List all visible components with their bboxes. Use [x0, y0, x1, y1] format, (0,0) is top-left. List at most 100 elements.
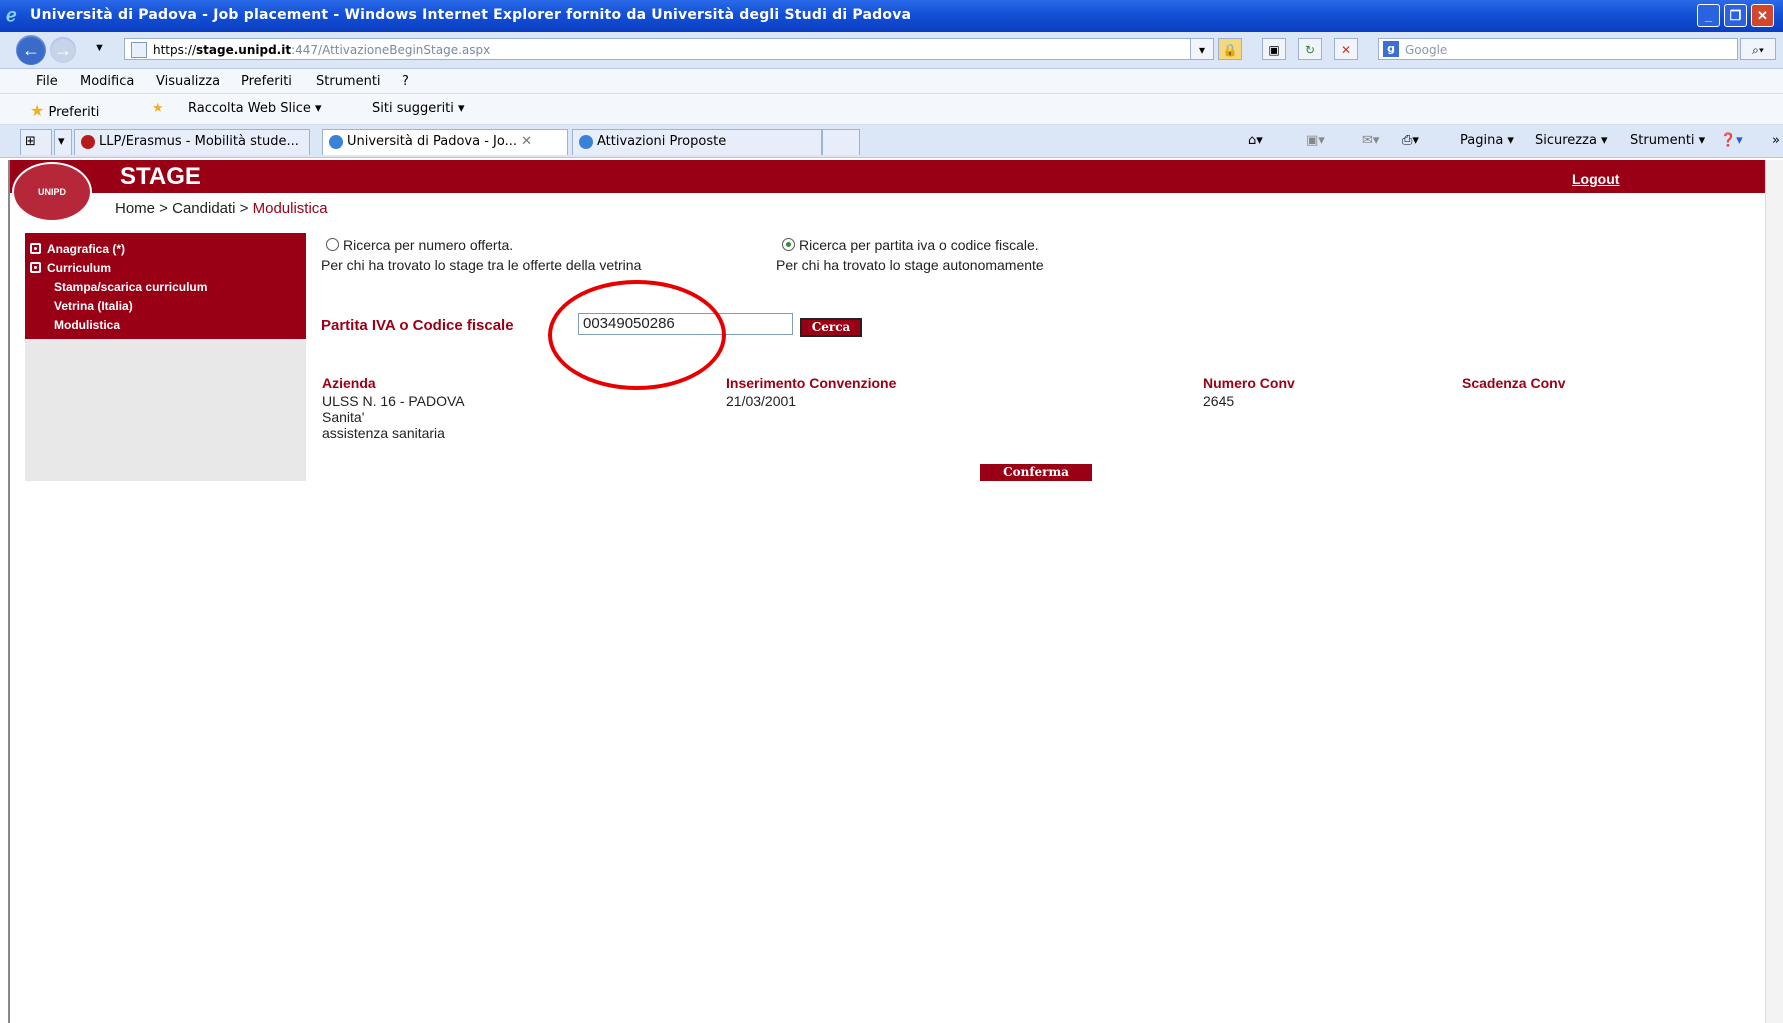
window-titlebar: ℯ Università di Padova - Job placement -… — [0, 0, 1783, 32]
stop-icon[interactable]: ✕ — [1334, 38, 1358, 60]
address-input[interactable]: https://stage.unipd.it:447/AttivazioneBe… — [124, 38, 1209, 60]
lock-icon[interactable]: 🔒 — [1218, 38, 1242, 60]
sidebar-item-modulistica[interactable]: Modulistica — [54, 318, 120, 332]
menu-help[interactable]: ? — [402, 74, 409, 89]
result-azienda-name: ULSS N. 16 - PADOVA — [322, 393, 465, 409]
breadcrumb: Home > Candidati > Modulistica — [115, 200, 328, 217]
forward-icon[interactable]: → — [50, 37, 76, 63]
header-numero: Numero Conv — [1203, 375, 1295, 391]
compatibility-icon[interactable]: ▣ — [1262, 38, 1286, 60]
tab-favicon — [81, 134, 95, 149]
url-path: :447/AttivazioneBeginStage.aspx — [291, 43, 491, 57]
radio-icon[interactable] — [782, 238, 795, 251]
quick-tabs-icon[interactable]: ⊞ — [20, 129, 52, 155]
url-prefix: https:// — [153, 43, 197, 57]
page-icon — [131, 42, 147, 58]
address-bar-row: ← → ▼ https://stage.unipd.it:447/Attivaz… — [0, 32, 1783, 69]
highlight-circle — [548, 280, 726, 390]
tab-label: Attivazioni Proposte — [597, 134, 727, 149]
sidebar-item-stampa[interactable]: Stampa/scarica curriculum — [54, 280, 207, 294]
tab-list-icon[interactable]: ▾ — [54, 129, 72, 155]
star-icon: ★ — [30, 101, 45, 120]
ie-icon: ℯ — [6, 5, 17, 25]
window-title: Università di Padova - Job placement - W… — [30, 7, 912, 23]
breadcrumb-sep: > — [155, 200, 173, 217]
search-input[interactable]: g Google — [1378, 38, 1738, 60]
url-dropdown-icon[interactable]: ▾ — [1190, 38, 1214, 60]
sidebar-item-vetrina[interactable]: Vetrina (Italia) — [54, 299, 133, 313]
scrollbar[interactable] — [1765, 160, 1783, 1023]
favorites-bar: ★ Preferiti ★ Raccolta Web Slice ▾ Siti … — [0, 94, 1783, 125]
help-icon[interactable]: ❓▾ — [1720, 133, 1743, 148]
radio-icon[interactable] — [326, 238, 339, 251]
bullet-icon — [30, 262, 41, 273]
strumenti-menu[interactable]: Strumenti ▾ — [1630, 133, 1705, 148]
tab-bar: ⊞ ▾ LLP/Erasmus - Mobilità stude... Univ… — [0, 125, 1783, 158]
menu-preferiti[interactable]: Preferiti — [241, 74, 292, 89]
page-left-edge — [0, 160, 10, 1023]
conferma-button[interactable]: Conferma — [980, 464, 1092, 481]
minimize-button[interactable]: _ — [1697, 4, 1720, 27]
tab-unipd[interactable]: Università di Padova - Jo... ✕ — [322, 129, 568, 155]
back-icon[interactable]: ← — [16, 35, 46, 65]
maximize-button[interactable]: ❐ — [1724, 4, 1747, 27]
header-azienda: Azienda — [322, 375, 376, 391]
mail-icon[interactable]: ✉▾ — [1362, 133, 1379, 148]
pagina-menu[interactable]: Pagina ▾ — [1460, 133, 1514, 148]
menu-bar: File Modifica Visualizza Preferiti Strum… — [0, 69, 1783, 94]
menu-modifica[interactable]: Modifica — [80, 74, 134, 89]
history-dropdown-icon[interactable]: ▼ — [94, 42, 105, 54]
feeds-icon[interactable]: ▣▾ — [1306, 133, 1325, 148]
close-tab-icon[interactable]: ✕ — [521, 134, 532, 149]
logout-link[interactable]: Logout — [1572, 171, 1619, 187]
tab-label: LLP/Erasmus - Mobilità stude... — [99, 134, 299, 149]
close-button[interactable]: ✕ — [1751, 4, 1774, 27]
print-icon[interactable]: ⎙▾ — [1402, 133, 1419, 148]
tab-erasmus[interactable]: LLP/Erasmus - Mobilità stude... — [74, 129, 310, 155]
radio-numero-offerta[interactable]: Ricerca per numero offerta. — [326, 237, 513, 253]
sidebar-item-label: Curriculum — [47, 261, 112, 275]
menu-visualizza[interactable]: Visualizza — [156, 74, 220, 89]
piva-label: Partita IVA o Codice fiscale — [321, 317, 514, 334]
result-azienda-activity: assistenza sanitaria — [322, 425, 445, 441]
header-scadenza: Scadenza Conv — [1462, 375, 1566, 391]
tab-favicon — [329, 134, 343, 149]
new-tab-button[interactable] — [822, 129, 860, 155]
option1-description: Per chi ha trovato lo stage tra le offer… — [321, 257, 642, 273]
radio-label: Ricerca per numero offerta. — [343, 237, 514, 253]
home-icon[interactable]: ⌂▾ — [1248, 133, 1263, 148]
sidebar-item-label: Anagrafica (*) — [47, 242, 126, 256]
breadcrumb-current: Modulistica — [252, 200, 328, 217]
result-azienda-sector: Sanita' — [322, 409, 365, 425]
url-host: stage.unipd.it — [196, 43, 292, 57]
option2-description: Per chi ha trovato lo stage autonomament… — [776, 257, 1044, 273]
favorites-label: Preferiti — [48, 105, 100, 120]
tab-favicon — [579, 134, 593, 149]
breadcrumb-home[interactable]: Home — [115, 200, 155, 217]
add-favorite-icon[interactable]: ★ — [152, 101, 164, 116]
sicurezza-menu[interactable]: Sicurezza ▾ — [1535, 133, 1608, 148]
tab-attivazioni[interactable]: Attivazioni Proposte — [572, 129, 822, 155]
menu-file[interactable]: File — [36, 74, 58, 89]
result-numero: 2645 — [1203, 393, 1235, 409]
result-inserimento: 21/03/2001 — [726, 393, 797, 409]
web-slice-link[interactable]: Raccolta Web Slice ▾ — [188, 101, 322, 116]
radio-partita-iva[interactable]: Ricerca per partita iva o codice fiscale… — [782, 237, 1039, 253]
favorites-button[interactable]: ★ Preferiti — [30, 101, 99, 120]
tab-label: Università di Padova - Jo... — [347, 134, 517, 149]
sidebar-panel — [25, 339, 306, 481]
university-seal-logo: UNIPD — [12, 162, 92, 222]
sidebar-item-curriculum[interactable]: Curriculum — [30, 261, 111, 275]
breadcrumb-sep: > — [235, 200, 253, 217]
search-placeholder: Google — [1405, 43, 1448, 57]
siti-suggeriti-link[interactable]: Siti suggeriti ▾ — [372, 101, 465, 116]
cerca-button[interactable]: Cerca — [800, 318, 862, 337]
more-icon[interactable]: » — [1772, 133, 1780, 148]
menu-strumenti[interactable]: Strumenti — [316, 74, 381, 89]
sidebar-item-anagrafica[interactable]: Anagrafica (*) — [30, 242, 125, 256]
refresh-icon[interactable]: ↻ — [1298, 38, 1322, 60]
search-button-icon[interactable]: ⌕▾ — [1740, 38, 1776, 60]
site-title: STAGE — [120, 163, 201, 190]
site-header — [10, 160, 1765, 193]
breadcrumb-candidati[interactable]: Candidati — [172, 200, 235, 217]
